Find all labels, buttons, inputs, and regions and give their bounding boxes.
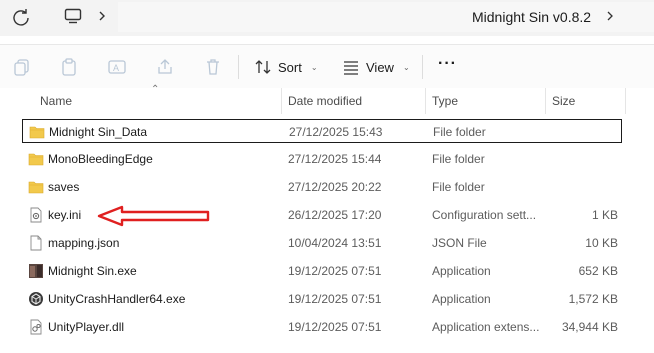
file-row[interactable]: Midnight Sin_Data 27/12/2025 15:43 File … (22, 119, 622, 143)
file-date: 27/12/2025 15:44 (288, 152, 382, 166)
file-name: saves (48, 180, 80, 194)
file-date: 27/12/2025 15:43 (289, 125, 383, 139)
file-date: 10/04/2024 13:51 (288, 236, 382, 250)
refresh-icon[interactable] (10, 7, 32, 29)
file-type: File folder (433, 125, 486, 139)
rename-icon[interactable]: A (107, 57, 127, 77)
file-size (552, 147, 618, 171)
file-name: Midnight Sin.exe (48, 264, 137, 278)
address-bar: Midnight Sin v0.8.2 (0, 0, 654, 36)
document-icon (30, 235, 42, 251)
file-name: key.ini (48, 208, 82, 222)
column-divider[interactable] (625, 88, 626, 114)
copy-icon[interactable] (12, 57, 32, 77)
file-row[interactable]: mapping.json 10/04/2024 13:51 JSON File … (22, 231, 622, 255)
file-size (553, 120, 619, 144)
file-type: Application extens... (432, 320, 540, 334)
file-name: mapping.json (48, 236, 120, 250)
file-size: 34,944 KB (561, 320, 618, 334)
column-type[interactable]: Type (426, 88, 544, 114)
file-date: 19/12/2025 07:51 (288, 264, 382, 278)
file-name: MonoBleedingEdge (48, 152, 153, 166)
column-name[interactable]: Name (34, 88, 280, 114)
share-icon[interactable] (155, 57, 175, 77)
chevron-down-icon: ⌄ (402, 62, 410, 72)
sort-icon (255, 60, 271, 74)
column-date-modified[interactable]: Date modified (282, 88, 425, 114)
view-icon (344, 61, 358, 75)
sort-label: Sort (278, 59, 302, 75)
toolbar-divider (422, 55, 423, 79)
file-size: 10 KB (585, 236, 618, 250)
unity-icon (29, 292, 43, 306)
view-button[interactable]: View ⌄ (342, 56, 410, 78)
app-icon (29, 264, 43, 278)
file-type: JSON File (432, 236, 487, 250)
file-type: File folder (432, 152, 485, 166)
file-type: Application (432, 292, 491, 306)
breadcrumb-folder[interactable]: Midnight Sin v0.8.2 (472, 9, 591, 25)
folder-icon (29, 126, 45, 139)
file-type: File folder (432, 180, 485, 194)
file-row[interactable]: saves 27/12/2025 20:22 File folder (22, 175, 622, 199)
sort-button[interactable]: Sort ⌄ (254, 56, 318, 78)
column-size[interactable]: Size (546, 88, 624, 114)
file-date: 27/12/2025 20:22 (288, 180, 382, 194)
file-row[interactable]: MonoBleedingEdge 27/12/2025 15:44 File f… (22, 147, 622, 171)
paste-icon[interactable] (59, 57, 79, 77)
file-size: 1 KB (591, 208, 618, 222)
dll-icon (30, 319, 42, 335)
file-name: UnityPlayer.dll (48, 320, 125, 334)
file-size: 1,572 KB (568, 292, 618, 306)
file-date: 26/12/2025 17:20 (288, 208, 382, 222)
chevron-right-icon[interactable] (605, 9, 615, 23)
command-bar: A Sort ⌄ View ⌄ ··· (0, 44, 654, 88)
column-header: ⌃ Name Date modified Type Size (0, 84, 654, 114)
more-options-button[interactable]: ··· (438, 55, 457, 73)
folder-icon (28, 181, 44, 194)
svg-text:A: A (113, 63, 119, 73)
file-type: Application (432, 264, 491, 278)
file-row[interactable]: UnityCrashHandler64.exe 19/12/2025 07:51… (22, 287, 622, 311)
chevron-right-icon[interactable] (96, 8, 108, 24)
file-name: UnityCrashHandler64.exe (48, 292, 186, 306)
this-pc-icon[interactable] (64, 8, 82, 24)
file-date: 19/12/2025 07:51 (288, 320, 382, 334)
file-name: Midnight Sin_Data (49, 125, 148, 139)
file-date: 19/12/2025 07:51 (288, 292, 382, 306)
file-size: 652 KB (578, 264, 618, 278)
file-size (552, 175, 618, 199)
toolbar-divider (238, 55, 239, 79)
view-label: View (366, 59, 394, 75)
file-row[interactable]: Midnight Sin.exe 19/12/2025 07:51 Applic… (22, 259, 622, 283)
folder-icon (28, 153, 44, 166)
config-file-icon (30, 207, 42, 223)
file-row[interactable]: UnityPlayer.dll 19/12/2025 07:51 Applica… (22, 315, 622, 339)
chevron-down-icon: ⌄ (310, 62, 318, 72)
file-type: Configuration sett... (432, 208, 537, 222)
delete-icon[interactable] (203, 57, 223, 77)
annotation-arrow-icon (97, 205, 210, 227)
